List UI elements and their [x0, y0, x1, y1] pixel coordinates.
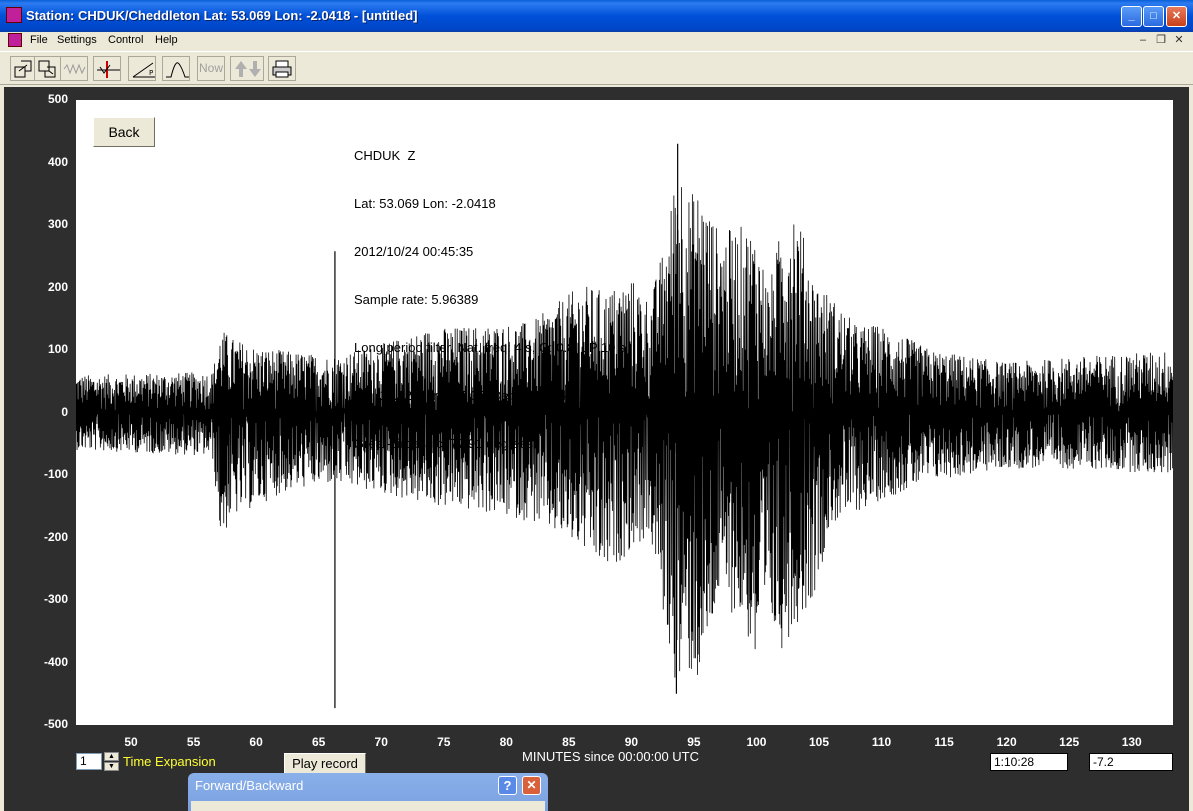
up-down-icon[interactable] — [230, 56, 264, 81]
marker-icon[interactable] — [93, 56, 121, 81]
time-readout: 1:10:28 — [990, 753, 1068, 771]
spin-up-button[interactable]: ▲ — [104, 752, 119, 761]
forward-backward-dialog[interactable]: Forward/Backward ? ✕ — [188, 773, 548, 811]
x-tick-label: 80 — [499, 735, 513, 749]
x-tick-label: 120 — [996, 735, 1017, 749]
x-tick-label: 115 — [934, 735, 954, 749]
window-title: Station: CHDUK/Cheddleton Lat: 53.069 Lo… — [26, 8, 418, 23]
menu-bar: File Settings Control Help – ❐ ✕ — [0, 32, 1193, 50]
menu-control[interactable]: Control — [108, 34, 143, 46]
now-button[interactable]: Now — [197, 56, 225, 81]
info-station-channel: CHDUK Z — [354, 148, 416, 163]
document-icon[interactable] — [8, 33, 22, 47]
value-readout: -7.2 — [1089, 753, 1173, 771]
y-tick-label: 0 — [61, 404, 68, 419]
mdi-minimize-button[interactable]: – — [1136, 34, 1150, 47]
menu-settings[interactable]: Settings — [57, 34, 97, 46]
station-info: CHDUK Z Lat: 53.069 Lon: -2.0418 2012/10… — [354, 116, 625, 468]
x-tick-label: 90 — [624, 735, 639, 749]
y-tick-label: 100 — [47, 342, 68, 356]
x-tick-label: 60 — [249, 735, 263, 749]
print-icon[interactable] — [268, 56, 296, 81]
back-button[interactable]: Back — [93, 117, 155, 147]
x-tick-label: 95 — [687, 735, 701, 749]
y-tick-label: -200 — [43, 529, 68, 544]
app-icon[interactable] — [6, 7, 22, 23]
y-tick-label: 200 — [47, 279, 68, 294]
time-expansion-label: Time Expansion — [123, 754, 216, 769]
menu-file[interactable]: File — [30, 34, 48, 46]
dialog-body — [191, 801, 545, 811]
play-record-button[interactable]: Play record — [284, 753, 366, 774]
save-icon[interactable] — [34, 56, 62, 81]
x-tick-label: 125 — [1059, 735, 1080, 749]
maximize-button[interactable]: □ — [1143, 6, 1164, 27]
time-expansion-input[interactable]: 1 — [76, 753, 102, 770]
info-arc: Great-circle arc: 77.91 degrees — [354, 436, 534, 451]
mdi-restore-button[interactable]: ❐ — [1154, 34, 1168, 47]
info-station-location: Lat: 53.069 Lon: -2.0418 — [354, 196, 496, 211]
x-tick-label: 130 — [1121, 735, 1142, 749]
title-bar: Station: CHDUK/Cheddleton Lat: 53.069 Lo… — [0, 0, 1193, 32]
spin-down-button[interactable]: ▼ — [104, 762, 119, 771]
minimize-button[interactable]: _ — [1121, 6, 1142, 27]
x-tick-label: 110 — [871, 735, 892, 749]
x-tick-label: 75 — [437, 735, 451, 749]
menu-help[interactable]: Help — [155, 34, 178, 46]
y-tick-label: -300 — [43, 592, 68, 606]
x-tick-label: 70 — [374, 735, 388, 749]
x-tick-label: 50 — [124, 735, 138, 749]
y-tick-label: -500 — [43, 717, 68, 731]
svg-text:P: P — [149, 69, 153, 77]
info-event-location: Lat: 10.12, Lon: -85.35, Depth: 39.5 km — [354, 388, 581, 403]
y-tick-label: 300 — [47, 217, 68, 231]
y-tick-label: 400 — [47, 154, 68, 169]
info-datetime: 2012/10/24 00:45:35 — [354, 244, 474, 259]
x-tick-label: 55 — [186, 735, 201, 749]
waveform-icon[interactable] — [60, 56, 88, 81]
info-sample-rate: Sample rate: 5.96389 — [354, 292, 479, 307]
info-filter: Long period filter. Nat. freq: 4 s, Q: 0… — [354, 340, 626, 355]
x-tick-label: 100 — [746, 735, 767, 749]
x-axis-label: MINUTES since 00:00:00 UTC — [522, 749, 700, 764]
help-button[interactable]: ? — [498, 776, 517, 795]
x-tick-label: 85 — [562, 735, 576, 749]
pick-icon[interactable]: P — [128, 56, 156, 81]
x-tick-label: 65 — [311, 735, 326, 749]
y-tick-label: -400 — [43, 654, 68, 669]
toolbar: P Now — [0, 51, 1193, 85]
y-tick-label: 500 — [47, 92, 68, 106]
close-button[interactable]: ✕ — [1166, 6, 1187, 27]
dialog-title: Forward/Backward — [195, 778, 304, 793]
mdi-close-button[interactable]: ✕ — [1172, 34, 1186, 47]
peak-icon[interactable] — [162, 56, 190, 81]
y-tick-label: -100 — [43, 467, 68, 481]
dialog-close-button[interactable]: ✕ — [522, 776, 541, 795]
x-tick-label: 105 — [808, 735, 830, 749]
